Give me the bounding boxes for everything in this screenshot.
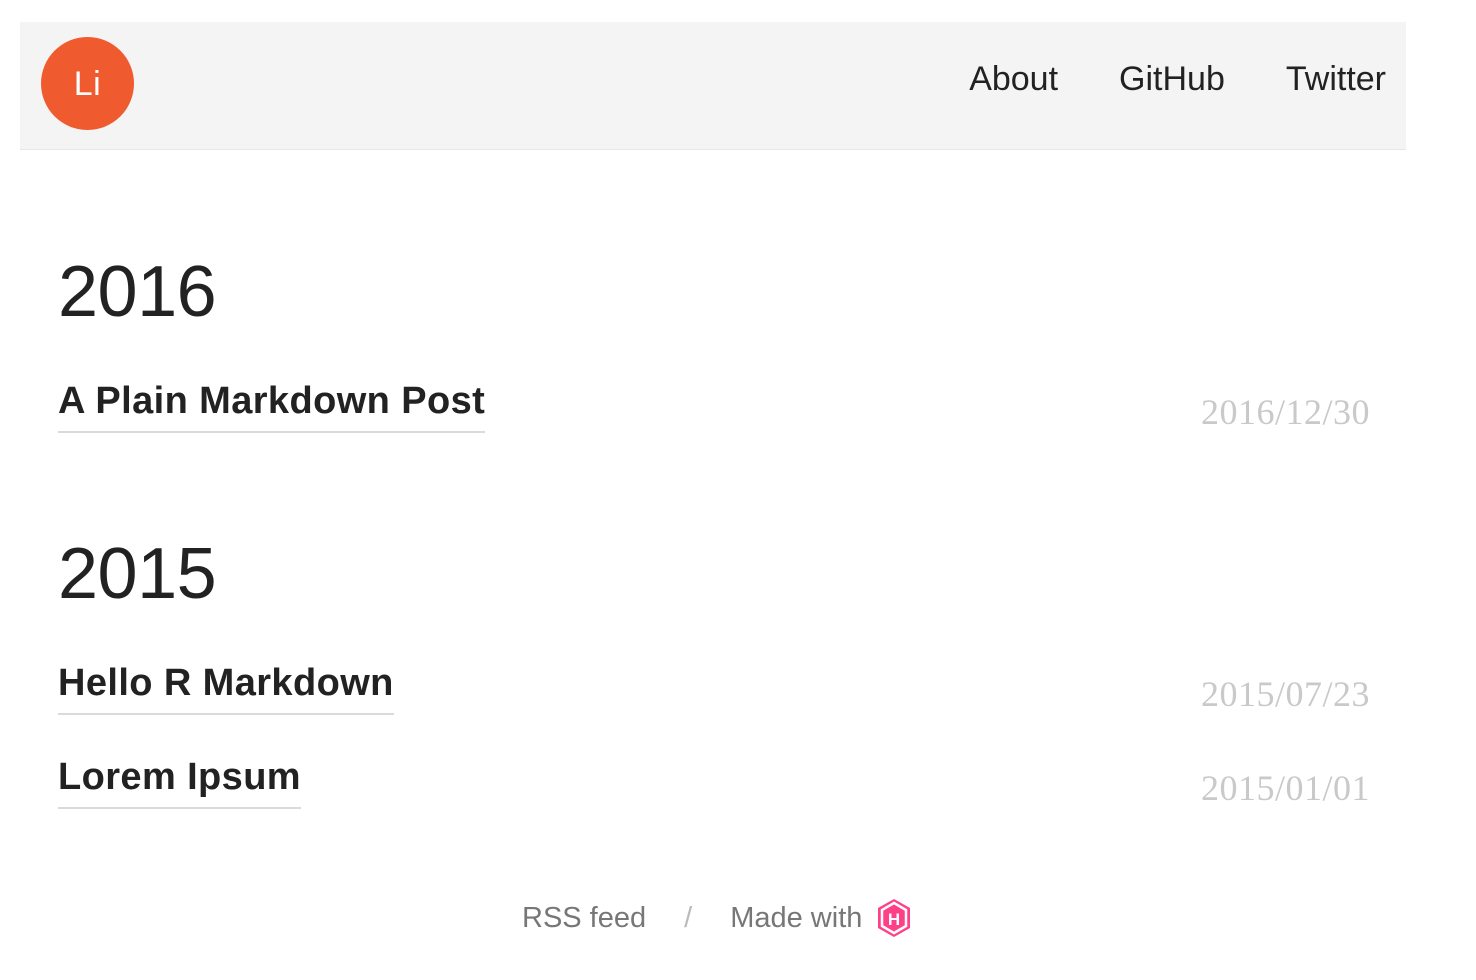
post-list-item: A Plain Markdown Post 2016/12/30 [58,382,1370,442]
main-nav: About GitHub Twitter [969,62,1386,96]
archive-year-heading: 2015 [58,534,217,614]
post-title-link[interactable]: A Plain Markdown Post [58,382,486,433]
nav-twitter-link[interactable]: Twitter [1286,62,1386,96]
made-with-hugo-link[interactable]: Made with H [730,898,912,938]
made-with-label: Made with [730,901,863,934]
site-header: Li About GitHub Twitter [20,22,1406,150]
post-date: 2015/01/01 [1200,768,1370,808]
archive-year-heading: 2016 [58,252,217,332]
hugo-icon: H [878,899,911,937]
post-title-link[interactable]: Lorem Ipsum [58,758,301,809]
post-date: 2015/07/23 [1200,674,1370,714]
footer-separator: / [684,901,693,934]
nav-github-link[interactable]: GitHub [1119,62,1225,96]
post-title-link[interactable]: Hello R Markdown [58,664,394,715]
rss-feed-link[interactable]: RSS feed [522,903,646,933]
post-date: 2016/12/30 [1200,392,1370,432]
page: Li About GitHub Twitter 2016 A Plain Mar… [0,0,1476,980]
post-list-item: Hello R Markdown 2015/07/23 [58,664,1370,724]
site-footer: RSS feed / Made with H [522,898,912,938]
site-logo-link[interactable]: Li [41,37,134,130]
nav-about-link[interactable]: About [969,62,1058,96]
svg-text:H: H [888,910,900,929]
post-list-item: Lorem Ipsum 2015/01/01 [58,758,1370,818]
